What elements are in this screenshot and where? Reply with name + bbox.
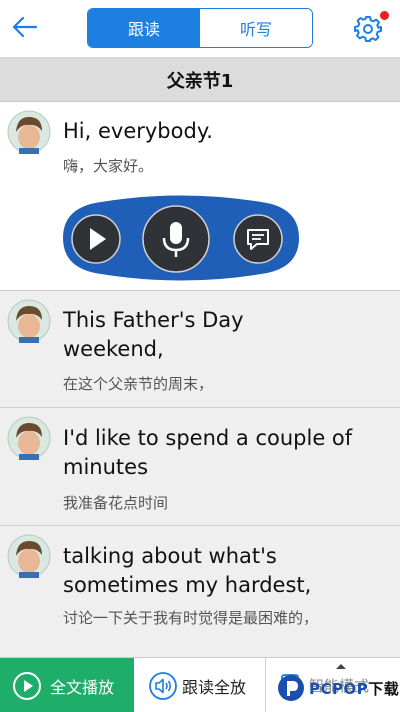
- play-all-button[interactable]: 全文播放: [0, 658, 134, 712]
- watermark-logo: PCPOP下载: [276, 664, 400, 712]
- lesson-title: 父亲节1: [166, 70, 234, 92]
- lesson-title-bar: 父亲节1: [0, 58, 400, 102]
- sentence-english: Hi, everybody.: [63, 119, 213, 143]
- watermark-suffix: 下载: [368, 679, 400, 698]
- tab-dictation[interactable]: 听写: [200, 9, 312, 47]
- sentence-chinese: 嗨，大家好。: [63, 157, 154, 175]
- speaker-icon: [149, 671, 177, 700]
- sentence-chinese: 在这个父亲节的周末，: [63, 375, 214, 393]
- mode-segmented-control: 跟读 听写: [87, 8, 313, 48]
- top-bar: 跟读 听写: [0, 0, 400, 58]
- play-circle-icon: [13, 671, 41, 700]
- sentence-item[interactable]: Hi, everybody. 嗨，大家好。: [0, 102, 400, 291]
- playback-controls: [63, 195, 299, 281]
- watermark-brand: PCPOP: [309, 679, 369, 698]
- back-arrow-icon[interactable]: [10, 12, 40, 42]
- sentence-chinese: 我准备花点时间: [63, 494, 169, 512]
- sentence-item[interactable]: I'd like to spend a couple of minutes 我准…: [0, 408, 400, 526]
- sentence-chinese: 讨论一下关于我有时觉得是最困难的，: [63, 609, 319, 627]
- gear-icon[interactable]: [353, 14, 383, 44]
- sentence-english: talking about what's sometimes my hardes…: [63, 544, 312, 597]
- microphone-icon[interactable]: [141, 204, 211, 274]
- pcpop-logo-icon: [278, 675, 304, 701]
- play-all-label: 全文播放: [50, 677, 115, 697]
- notification-dot: [380, 11, 389, 20]
- speaker-avatar: [7, 534, 51, 578]
- sentence-english: I'd like to spend a couple of minutes: [63, 426, 353, 479]
- speaker-avatar: [7, 110, 51, 154]
- sentence-item[interactable]: This Father's Day weekend, 在这个父亲节的周末，: [0, 291, 400, 408]
- comment-icon[interactable]: [233, 214, 283, 264]
- follow-all-button[interactable]: 跟读全放: [134, 658, 266, 712]
- follow-all-label: 跟读全放: [182, 677, 247, 697]
- sentence-english: This Father's Day weekend,: [63, 308, 244, 361]
- speaker-avatar: [7, 416, 51, 460]
- tab-follow-read[interactable]: 跟读: [88, 9, 200, 47]
- sentence-item[interactable]: talking about what's sometimes my hardes…: [0, 526, 400, 657]
- speaker-avatar: [7, 299, 51, 343]
- play-icon[interactable]: [71, 214, 121, 264]
